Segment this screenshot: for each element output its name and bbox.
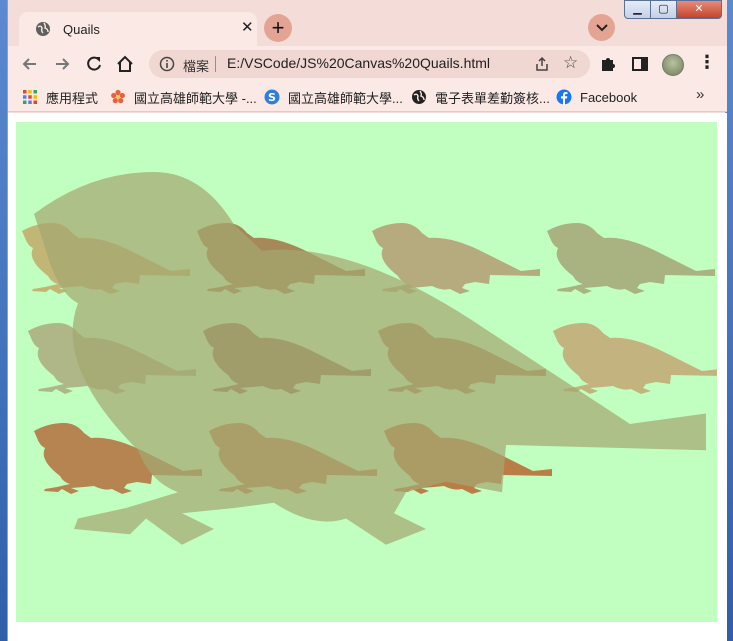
address-bar[interactable]: 檔案 E:/VSCode/JS%20Canvas%20Quails.html ☆ <box>149 50 590 78</box>
page-content <box>8 113 727 641</box>
nknu-flower-icon <box>111 89 125 104</box>
home-icon[interactable] <box>115 54 135 74</box>
s-logo-icon: S <box>264 89 280 105</box>
side-panel-icon[interactable] <box>630 54 650 74</box>
bookmark-star-icon[interactable]: ☆ <box>563 53 578 73</box>
bookmark-apps[interactable]: 應用程式 <box>22 88 98 106</box>
forward-arrow-icon[interactable] <box>52 54 72 74</box>
new-tab-button[interactable]: + <box>264 14 292 42</box>
back-arrow-icon[interactable] <box>20 54 40 74</box>
profile-avatar[interactable] <box>662 54 684 76</box>
bookmark-nknu-1[interactable]: 國立高雄師範大學 -... <box>110 88 257 106</box>
bookmark-label: 電子表單差勤簽核... <box>435 90 550 106</box>
quails-canvas[interactable] <box>16 122 717 622</box>
url-text[interactable]: E:/VSCode/JS%20Canvas%20Quails.html <box>227 55 490 71</box>
browser-menu-button[interactable]: ⋮ <box>698 52 718 72</box>
bookmark-facebook[interactable]: Facebook <box>556 88 637 106</box>
window-controls: ▁ ▢ ✕ <box>624 0 722 19</box>
tab-close-icon[interactable]: ✕ <box>241 19 254 37</box>
desktop-background-right <box>726 0 733 641</box>
bookmarks-bar: 應用程式 國立高雄師範大學 -... S 國立高雄師範大學... 電子表單差勤簽… <box>8 82 727 112</box>
close-window-button[interactable]: ✕ <box>676 0 722 19</box>
tab-quails[interactable]: Quails ✕ <box>19 12 257 46</box>
browser-toolbar: 檔案 E:/VSCode/JS%20Canvas%20Quails.html ☆… <box>8 46 727 82</box>
bookmark-label: 國立高雄師範大學... <box>288 90 403 106</box>
desktop-background-left <box>0 0 7 641</box>
apps-grid-icon <box>23 90 37 104</box>
quails-drawing <box>22 172 717 545</box>
tab-title: Quails <box>63 22 100 37</box>
chevron-down-icon <box>595 24 608 32</box>
bookmark-label: 國立高雄師範大學 -... <box>134 90 257 106</box>
bookmarks-overflow-button[interactable]: » <box>696 86 704 103</box>
tab-strip: Quails ✕ + ▁ ▢ ✕ <box>8 0 727 46</box>
site-info-label: 檔案 <box>183 59 210 74</box>
globe-icon <box>412 90 426 104</box>
small-quail-8 <box>553 323 717 394</box>
info-icon[interactable] <box>159 56 175 72</box>
bookmark-nknu-2[interactable]: S 國立高雄師範大學... <box>264 88 403 106</box>
minimize-button[interactable]: ▁ <box>624 0 651 19</box>
bookmark-e-form[interactable]: 電子表單差勤簽核... <box>411 88 550 106</box>
bookmark-label: 應用程式 <box>46 90 99 106</box>
omnibox-divider <box>215 56 216 72</box>
maximize-button[interactable]: ▢ <box>650 0 677 19</box>
share-icon[interactable] <box>534 56 550 72</box>
facebook-icon <box>556 89 572 105</box>
svg-text:S: S <box>268 91 276 104</box>
globe-icon <box>36 22 50 36</box>
reload-icon[interactable] <box>84 54 104 74</box>
small-quail-4 <box>547 223 715 294</box>
browser-window: Quails ✕ + ▁ ▢ ✕ 檔案 E:/VSCode/JS%20Canva… <box>7 0 727 641</box>
puzzle-icon[interactable] <box>598 54 618 74</box>
bookmark-label: Facebook <box>580 89 638 105</box>
tab-search-button[interactable] <box>588 14 615 41</box>
